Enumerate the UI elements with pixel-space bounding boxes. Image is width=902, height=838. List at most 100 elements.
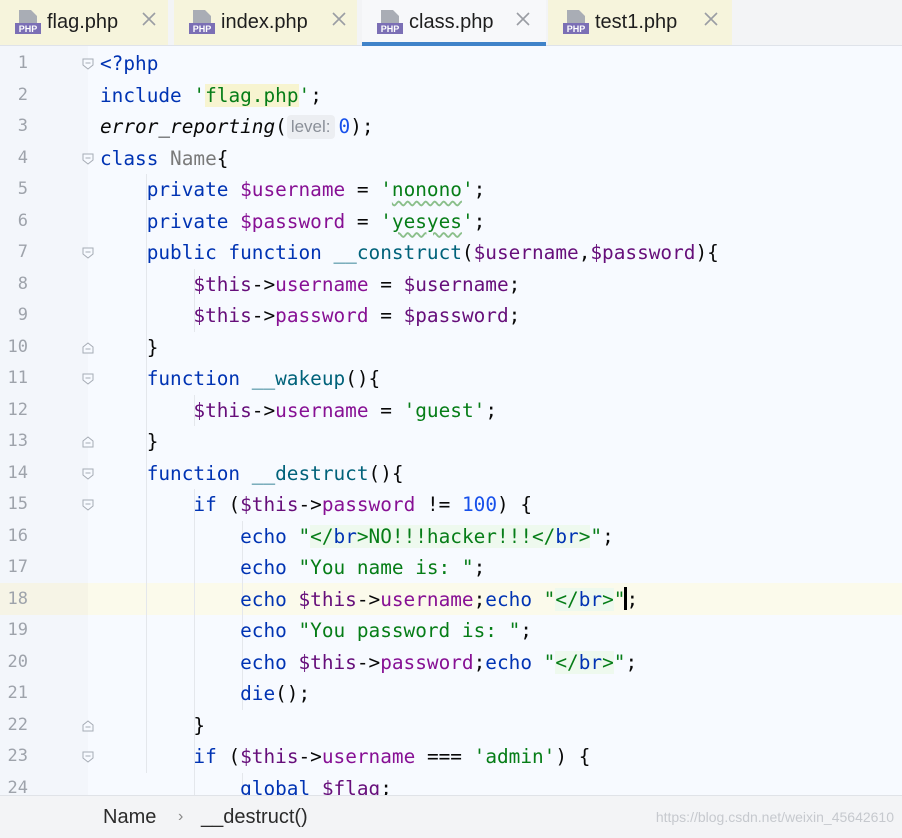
code-line[interactable]: global $flag;	[100, 773, 392, 796]
code-line[interactable]: include 'flag.php';	[100, 80, 322, 112]
tab-label: flag.php	[47, 11, 119, 33]
line-number: 17	[7, 557, 28, 577]
code-token: Name	[170, 146, 217, 170]
code-token: $this	[193, 304, 252, 327]
code-line[interactable]: }	[100, 332, 159, 364]
close-icon[interactable]	[703, 11, 719, 27]
code-token: br	[555, 524, 579, 548]
line-number: 21	[7, 683, 28, 703]
code-token: password	[321, 493, 416, 516]
code-editor[interactable]: 1 <?php 2 include 'flag.php'; 3 error_reporti…	[0, 46, 902, 795]
code-token: echo	[240, 650, 299, 674]
code-line[interactable]: echo $this->username;echo "</br>";	[100, 584, 638, 616]
breadcrumb-item-method[interactable]: __destruct()	[201, 805, 308, 829]
code-token: function	[146, 461, 252, 485]
code-line[interactable]: if ($this->username === 'admin') {	[100, 741, 590, 773]
code-token: function	[146, 367, 252, 390]
code-token: '	[380, 209, 392, 233]
code-line[interactable]: }	[100, 426, 159, 458]
code-line[interactable]: $this->username = 'guest';	[100, 395, 497, 427]
code-line[interactable]: function __destruct(){	[100, 458, 404, 490]
close-icon[interactable]	[141, 11, 157, 27]
watermark: https://blog.csdn.net/weixin_45642610	[655, 809, 894, 825]
code-line[interactable]: echo "</br>NO!!!hacker!!!</br>";	[100, 521, 614, 553]
code-token: ->	[356, 587, 381, 611]
close-icon[interactable]	[331, 11, 347, 27]
fold-collapse-icon[interactable]	[82, 468, 94, 480]
code-line[interactable]: if ($this->password != 100) {	[100, 489, 532, 521]
line-number: 5	[17, 179, 28, 199]
code-line[interactable]: private $password = 'yesyes';	[100, 206, 486, 238]
fold-end-icon[interactable]	[82, 719, 94, 732]
code-token: username	[275, 398, 369, 422]
code-token: br	[333, 524, 357, 548]
code-line[interactable]: class Name{	[100, 143, 228, 175]
php-file-icon: PHP	[15, 10, 41, 34]
code-line[interactable]: echo "You name is: ";	[100, 552, 485, 584]
code-line[interactable]: $this->password = $password;	[100, 300, 520, 332]
fold-end-icon[interactable]	[82, 436, 94, 448]
code-token: echo	[485, 587, 544, 611]
tab-class-php[interactable]: PHP class.php	[362, 0, 546, 46]
code-token: =	[345, 178, 381, 201]
fold-collapse-icon[interactable]	[82, 373, 94, 385]
code-token: '	[193, 83, 206, 107]
code-line[interactable]: public function __construct($username,$p…	[100, 237, 719, 269]
fold-collapse-icon[interactable]	[82, 58, 94, 70]
code-line[interactable]: function __wakeup(){	[100, 363, 381, 395]
line-number: 10	[7, 336, 28, 357]
code-line[interactable]: error_reporting(level: 0);	[100, 111, 374, 143]
code-token: ){	[695, 241, 719, 264]
line-number: 1	[17, 53, 28, 73]
line-number: 11	[7, 368, 28, 388]
code-token: </	[555, 587, 579, 611]
code-token: ;	[473, 178, 486, 201]
fold-collapse-icon[interactable]	[82, 751, 94, 763]
line-number: 22	[7, 714, 28, 735]
editor-tab-bar: PHP flag.php PHP index.php PHP class.php…	[0, 0, 902, 46]
code-line[interactable]: die();	[100, 678, 310, 710]
code-line[interactable]: $this->username = $username;	[100, 269, 520, 301]
line-number: 2	[17, 84, 28, 105]
code-token: ;	[520, 619, 532, 642]
code-token: $username	[473, 241, 579, 264]
code-token: ;	[310, 83, 322, 107]
code-token: >	[578, 524, 591, 548]
line-number: 7	[17, 242, 28, 262]
code-token: ;	[626, 587, 639, 611]
fold-end-icon[interactable]	[82, 341, 94, 354]
code-token: echo	[240, 587, 299, 611]
fold-collapse-icon[interactable]	[82, 153, 94, 165]
tab-flag-php[interactable]: PHP flag.php	[0, 0, 168, 45]
code-line[interactable]: private $username = 'nonono';	[100, 174, 486, 206]
fold-collapse-icon[interactable]	[82, 499, 94, 511]
php-file-icon: PHP	[563, 10, 589, 34]
code-line[interactable]: <?php	[100, 48, 158, 80]
php-icon-label: PHP	[193, 24, 212, 34]
code-token: echo	[485, 650, 544, 674]
code-token: =	[368, 272, 404, 296]
code-token: ;	[485, 398, 497, 422]
code-token: "	[298, 524, 311, 548]
code-line[interactable]: echo "You password is: ";	[100, 615, 532, 647]
code-token: password	[380, 650, 474, 674]
code-token: }	[100, 335, 159, 359]
code-token: __destruct	[251, 461, 369, 485]
tab-test1-php[interactable]: PHP test1.php	[548, 0, 732, 45]
line-number: 24	[7, 777, 28, 796]
code-token: (	[228, 493, 241, 516]
breadcrumb-item-class[interactable]: Name	[103, 805, 156, 829]
close-icon[interactable]	[515, 11, 531, 27]
fold-collapse-icon[interactable]	[82, 247, 94, 259]
code-token: ;	[380, 776, 392, 796]
code-token: class	[100, 146, 171, 170]
line-number: 15	[7, 494, 28, 514]
code-line[interactable]: echo $this->password;echo "</br>";	[100, 647, 637, 679]
tab-label: index.php	[221, 11, 308, 33]
tab-index-php[interactable]: PHP index.php	[174, 0, 357, 45]
code-line[interactable]: }	[100, 710, 205, 742]
code-token: "You password is: "	[298, 619, 521, 642]
code-token: ();	[275, 682, 311, 705]
